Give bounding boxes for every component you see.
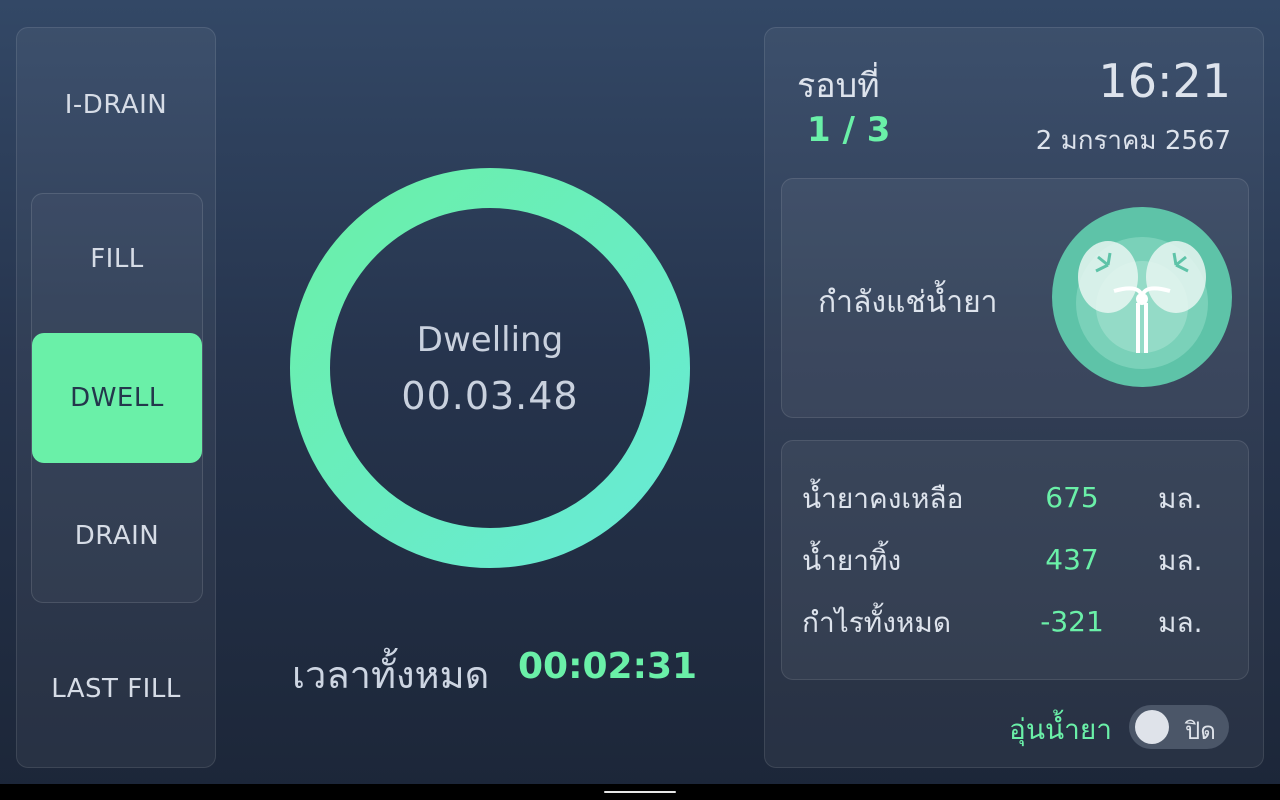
stat-unit: มล. — [1158, 606, 1203, 639]
dwell-timer-ring: Dwelling 00.03.48 — [290, 168, 690, 568]
phase-dwell[interactable]: DWELL — [32, 383, 202, 413]
clock-date: 2 มกราคม 2567 — [1035, 126, 1231, 156]
fluid-stats-card: น้ำยาคงเหลือ 675 มล. น้ำยาทิ้ง 437 มล. ก… — [781, 440, 1249, 680]
total-time-label: เวลาทั้งหมด — [292, 653, 490, 697]
cycle-label: รอบที่ — [797, 66, 880, 106]
warmer-toggle[interactable]: ปิด — [1129, 705, 1229, 749]
stat-row-drained: น้ำยาทิ้ง 437 มล. — [782, 539, 1248, 579]
stat-label: กำไรทั้งหมด — [802, 606, 952, 639]
info-panel: รอบที่ 1 / 3 16:21 2 มกราคม 2567 กำลังแช… — [764, 27, 1264, 768]
stat-value: 437 — [1045, 543, 1099, 576]
stat-row-remaining: น้ำยาคงเหลือ 675 มล. — [782, 477, 1248, 517]
cycle-phase-group: FILL DWELL DRAIN — [31, 193, 203, 603]
phase-fill[interactable]: FILL — [32, 244, 202, 274]
stat-label: น้ำยาคงเหลือ — [802, 482, 964, 515]
total-time-value: 00:02:31 — [518, 646, 698, 687]
system-nav-bar — [0, 784, 1280, 800]
phase-drain[interactable]: DRAIN — [32, 521, 202, 551]
timer-status-text: Dwelling — [416, 320, 564, 360]
stat-row-total-gain: กำไรทั้งหมด -321 มล. — [782, 601, 1248, 641]
phase-last-fill[interactable]: LAST FILL — [17, 674, 215, 704]
home-gesture-handle[interactable] — [604, 791, 676, 793]
cycle-value: 1 / 3 — [807, 110, 891, 150]
timer-remaining-text: 00.03.48 — [401, 374, 579, 418]
status-text: กำลังแช่น้ำยา — [818, 285, 998, 320]
progress-ring-icon — [290, 168, 690, 568]
status-card: กำลังแช่น้ำยา — [781, 178, 1249, 418]
toggle-knob[interactable] — [1135, 710, 1169, 744]
stat-value: -321 — [1040, 605, 1104, 638]
toggle-state-text: ปิด — [1185, 717, 1216, 745]
kidney-icon — [1052, 207, 1232, 387]
stat-value: 675 — [1045, 481, 1099, 514]
phase-sidebar: I-DRAIN FILL DWELL DRAIN LAST FILL — [16, 27, 216, 768]
clock-time: 16:21 — [1098, 54, 1231, 108]
stat-unit: มล. — [1158, 544, 1203, 577]
stat-unit: มล. — [1158, 482, 1203, 515]
stat-label: น้ำยาทิ้ง — [802, 544, 902, 577]
phase-idrain[interactable]: I-DRAIN — [17, 90, 215, 120]
warmer-label: อุ่นน้ำยา — [1009, 713, 1112, 746]
